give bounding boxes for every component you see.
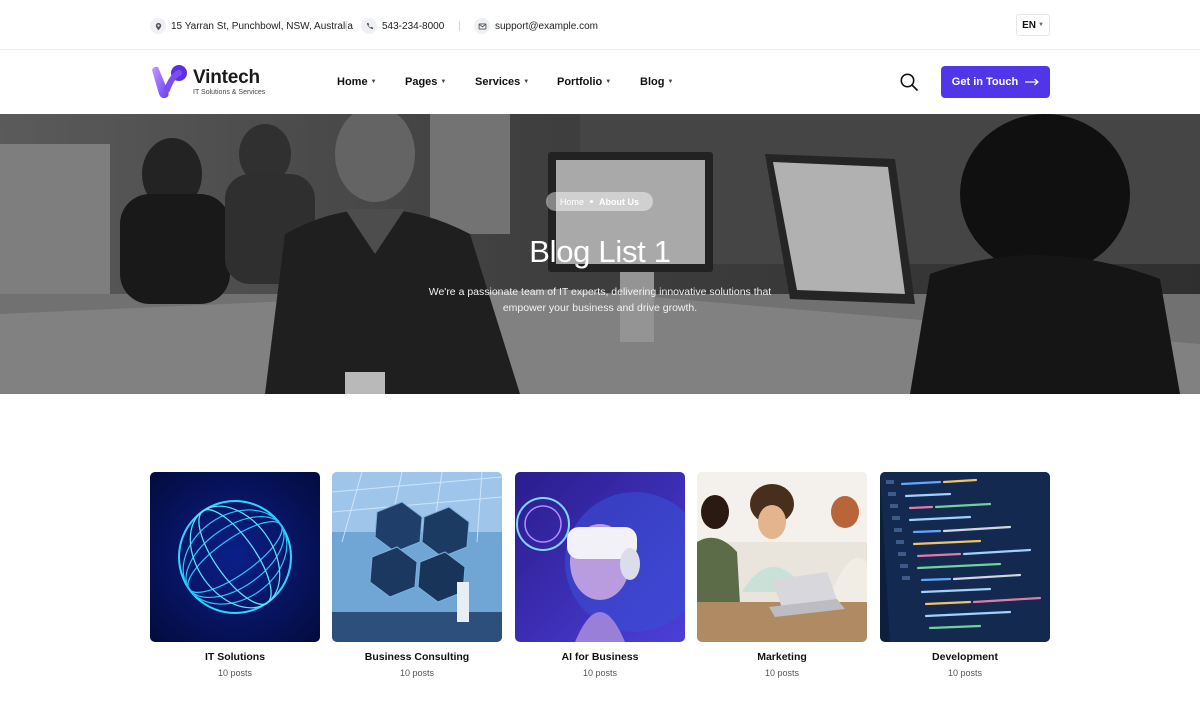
divider xyxy=(459,21,460,31)
category-image[interactable] xyxy=(150,472,320,642)
nav-item-pages[interactable]: Pages ▼ xyxy=(405,76,446,88)
divider xyxy=(346,21,347,31)
breadcrumb: Home About Us xyxy=(546,192,653,211)
email-info[interactable]: support@example.com xyxy=(474,18,598,34)
solar-mirror-image xyxy=(332,472,502,642)
get-in-touch-button[interactable]: Get in Touch xyxy=(941,66,1050,98)
address-text: 15 Yarran St, Punchbowl, NSW, Australia xyxy=(171,20,353,32)
chevron-down-icon: ▼ xyxy=(370,79,377,85)
chevron-down-icon: ▼ xyxy=(440,79,447,85)
arrow-right-icon xyxy=(1025,78,1040,86)
category-name[interactable]: Development xyxy=(880,651,1050,663)
brand-tagline: IT Solutions & Services xyxy=(193,88,266,96)
phone-text: 543-234-8000 xyxy=(382,20,445,32)
category-card-ai-for-business[interactable]: AI for Business 10 posts xyxy=(515,472,685,678)
search-icon xyxy=(900,73,918,91)
email-text: support@example.com xyxy=(495,20,598,32)
chevron-down-icon: ▼ xyxy=(667,79,674,85)
nav-item-home[interactable]: Home ▼ xyxy=(337,76,377,88)
page-title: Blog List 1 xyxy=(529,234,671,269)
page-hero: Home About Us Blog List 1 We're a passio… xyxy=(0,114,1200,394)
code-screen-image xyxy=(880,472,1050,642)
category-image[interactable] xyxy=(332,472,502,642)
language-selector[interactable]: EN ▼ xyxy=(1016,14,1050,36)
category-name[interactable]: Business Consulting xyxy=(332,651,502,663)
glowing-sphere-image xyxy=(150,472,320,642)
top-info-bar: 15 Yarran St, Punchbowl, NSW, Australia … xyxy=(0,0,1200,50)
nav-label: Blog xyxy=(640,76,665,88)
nav-item-blog[interactable]: Blog ▼ xyxy=(640,76,673,88)
nav-label: Portfolio xyxy=(557,76,603,88)
category-card-marketing[interactable]: Marketing 10 posts xyxy=(697,472,867,678)
mail-icon xyxy=(474,18,490,34)
category-name[interactable]: Marketing xyxy=(697,651,867,663)
category-post-count: 10 posts xyxy=(399,668,435,678)
team-meeting-image xyxy=(697,472,867,642)
category-image[interactable] xyxy=(697,472,867,642)
breadcrumb-current: About Us xyxy=(599,196,639,207)
category-post-count: 10 posts xyxy=(217,668,253,678)
chevron-down-icon: ▼ xyxy=(1037,22,1044,28)
vr-headset-image xyxy=(515,472,685,642)
nav-label: Home xyxy=(337,76,368,88)
chevron-down-icon: ▼ xyxy=(605,79,612,85)
breadcrumb-home-link[interactable]: Home xyxy=(560,197,584,207)
search-button[interactable] xyxy=(899,72,919,92)
category-name[interactable]: AI for Business xyxy=(515,651,685,663)
category-post-count: 10 posts xyxy=(947,668,983,678)
hero-description: We're a passionate team of IT experts, d… xyxy=(428,286,772,314)
category-name[interactable]: IT Solutions xyxy=(150,651,320,663)
category-post-count: 10 posts xyxy=(582,668,618,678)
cta-label: Get in Touch xyxy=(951,76,1019,88)
blog-categories: IT Solutions 10 posts Business Consultin… xyxy=(150,472,1050,682)
category-card-it-solutions[interactable]: IT Solutions 10 posts xyxy=(150,472,320,678)
main-header: Vintech IT Solutions & Services Home ▼ Pa… xyxy=(0,50,1200,114)
phone-info[interactable]: 543-234-8000 xyxy=(361,18,444,34)
breadcrumb-separator xyxy=(590,200,593,203)
category-post-count: 10 posts xyxy=(764,668,800,678)
language-label: EN xyxy=(1022,19,1036,31)
chevron-down-icon: ▼ xyxy=(523,79,530,85)
nav-label: Services xyxy=(475,76,521,88)
logo-mark-icon xyxy=(152,65,187,99)
site-logo[interactable]: Vintech IT Solutions & Services xyxy=(150,64,265,100)
location-pin-icon xyxy=(150,18,166,34)
category-card-development[interactable]: Development 10 posts xyxy=(880,472,1050,678)
nav-label: Pages xyxy=(405,76,438,88)
category-image[interactable] xyxy=(880,472,1050,642)
phone-icon xyxy=(361,18,377,34)
category-card-business-consulting[interactable]: Business Consulting 10 posts xyxy=(332,472,502,678)
category-image[interactable] xyxy=(515,472,685,642)
address-info: 15 Yarran St, Punchbowl, NSW, Australia xyxy=(150,18,353,34)
nav-item-portfolio[interactable]: Portfolio ▼ xyxy=(557,76,611,88)
nav-item-services[interactable]: Services ▼ xyxy=(475,76,529,88)
brand-name: Vintech xyxy=(193,66,260,88)
